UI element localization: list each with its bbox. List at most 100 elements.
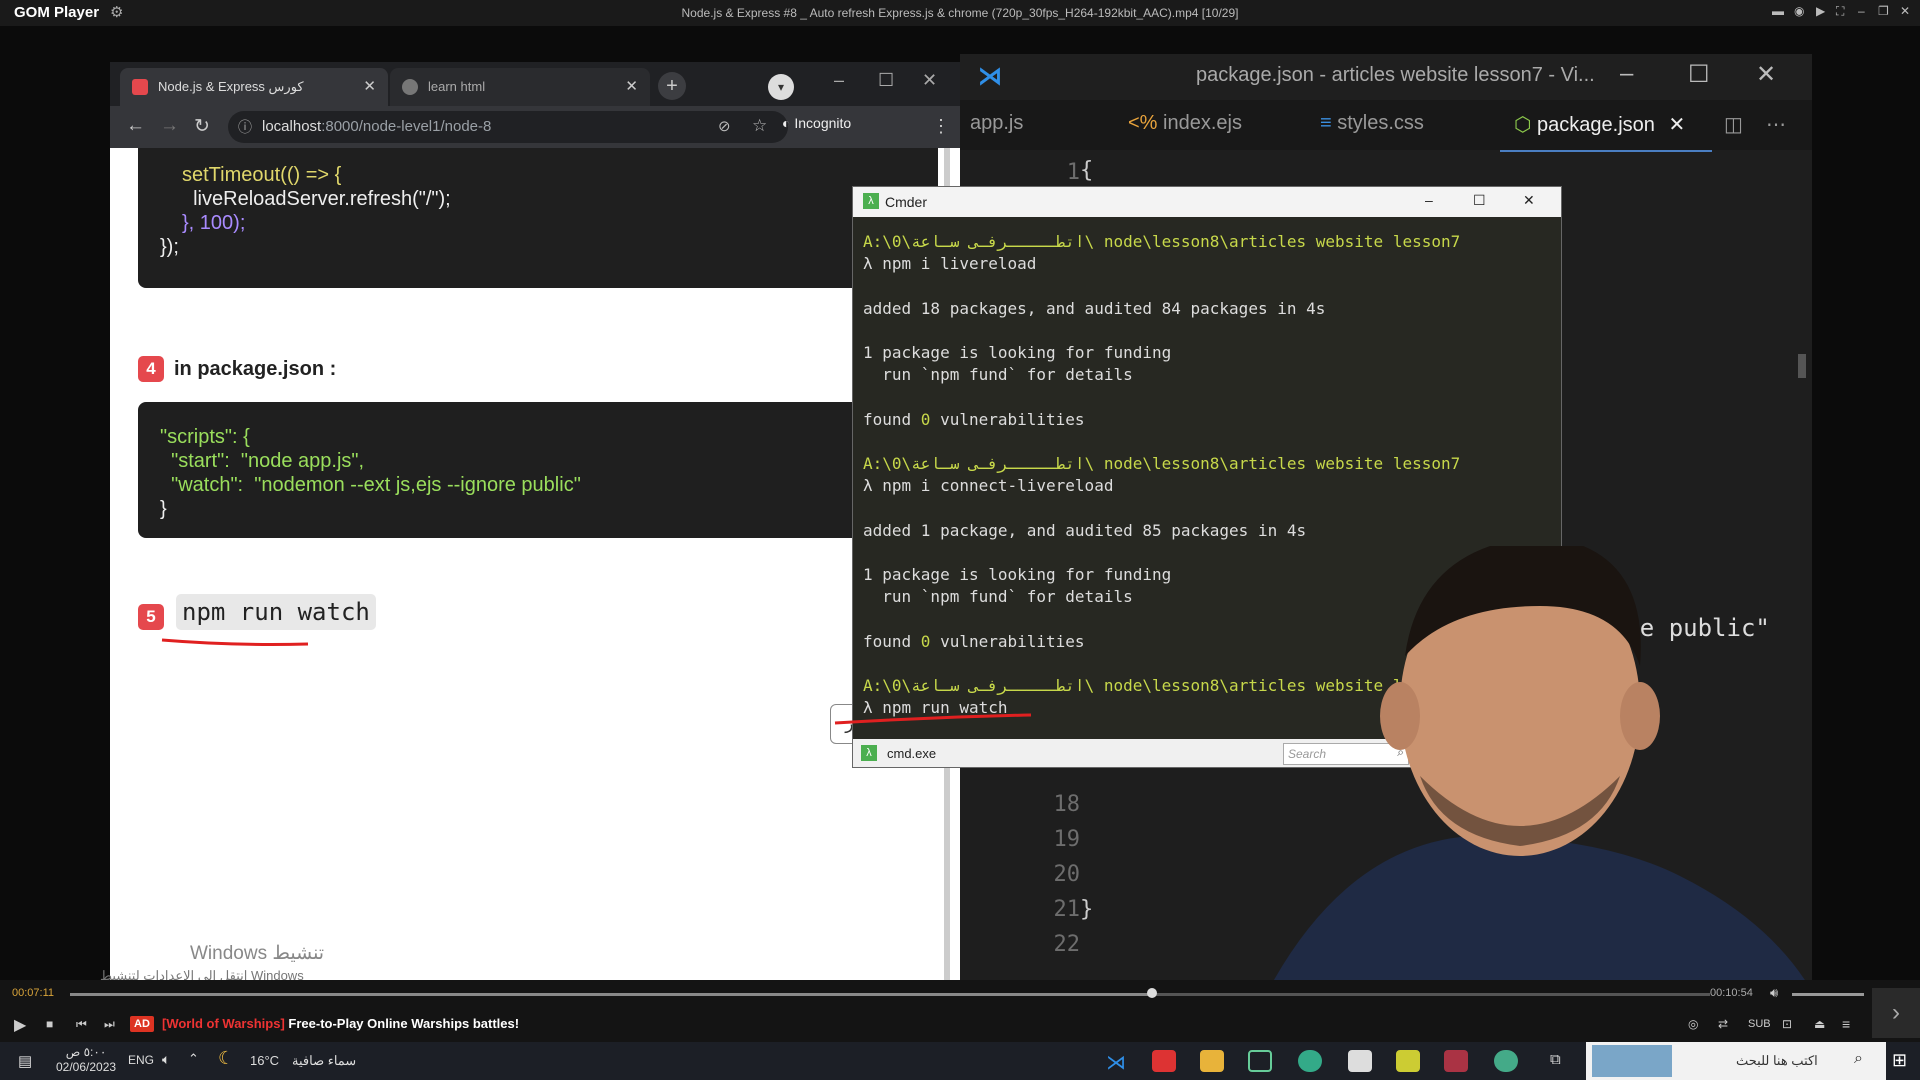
lesson-page: setTimeout(() => { liveReloadServer.refr… [110, 148, 950, 980]
seek-area: 00:07:11 00:10:54 🔊︎ [0, 980, 1920, 1008]
vscode-taskbar-icon[interactable]: ⋊ [1104, 1050, 1128, 1074]
language-indicator[interactable]: ENG [128, 1053, 154, 1067]
screenshot-icon[interactable]: ⊡ [1782, 1017, 1792, 1031]
chrome-window: Node.js & Express كورس ✕ learn html ✕ + … [110, 62, 960, 980]
incognito-indicator[interactable]: ◐ Incognito [782, 115, 851, 131]
vscode-editor-tabs: app.js <% index.ejs ≡ styles.css ⬡ packa… [960, 100, 1812, 150]
notification-icon[interactable]: ▤ [18, 1052, 32, 1070]
cmder-title: Cmder [885, 194, 928, 210]
app-taskbar-icon[interactable] [1396, 1050, 1420, 1072]
fullscreen-icon[interactable]: ⛶ [1836, 4, 1844, 19]
volume-slider[interactable] [1792, 993, 1864, 996]
window-close-button[interactable]: ✕ [1523, 192, 1535, 209]
globe-icon [402, 79, 418, 95]
360-icon[interactable]: ◎ [1688, 1017, 1698, 1031]
player-title-bar: Node.js & Express #8 _ Auto refresh Expr… [0, 0, 1920, 26]
more-actions-icon[interactable]: ⋯ [1766, 112, 1786, 137]
player-control-bar: ▶ ■ ⏮ ⏭ AD [World of Warships] Free-to-P… [0, 1008, 1920, 1042]
window-close-button[interactable]: ✕ [1900, 4, 1910, 18]
info-icon[interactable]: ⓘ [238, 117, 252, 137]
step-heading: in package.json : [174, 358, 337, 380]
window-minimize-button[interactable]: – [834, 70, 844, 91]
tab-search-button[interactable]: ▾ [768, 74, 794, 100]
play-small-icon[interactable]: ▶ [1816, 4, 1825, 18]
audio-icon[interactable]: ◉ [1794, 4, 1804, 18]
tab-node-course[interactable]: Node.js & Express كورس ✕ [120, 68, 388, 106]
window-close-button[interactable]: ✕ [922, 70, 937, 91]
window-minimize-button[interactable]: – [1620, 60, 1633, 88]
new-tab-button[interactable]: + [658, 72, 686, 100]
window-minimize-button[interactable]: – [1425, 192, 1433, 208]
annotation-underline [834, 713, 1032, 725]
back-icon[interactable]: ← [126, 115, 145, 137]
search-box[interactable]: اكتب هنا للبحث ⌕ [1586, 1042, 1886, 1080]
chrome-taskbar-icon[interactable] [1298, 1050, 1322, 1072]
stop-icon[interactable]: ■ [46, 1017, 53, 1031]
forward-icon[interactable]: → [160, 115, 179, 137]
eye-off-icon[interactable]: ⊘ [718, 117, 731, 135]
previous-icon[interactable]: ⏮ [76, 1017, 87, 1032]
file-explorer-icon[interactable] [1200, 1050, 1224, 1072]
subtitle-icon[interactable]: SUB [1748, 1018, 1771, 1030]
address-bar[interactable]: ⓘ localhost:8000/node-level1/node-8 ⊘ ☆ [228, 111, 788, 143]
playlist-next-button[interactable]: › [1872, 988, 1920, 1038]
clapper-icon[interactable] [1348, 1050, 1372, 1072]
next-icon[interactable]: ⏭ [104, 1017, 115, 1032]
step-number-badge: 5 [138, 604, 164, 630]
eject-icon[interactable]: ⏏ [1814, 1017, 1825, 1031]
tab-package-json[interactable]: ⬡ package.json ✕ [1514, 112, 1685, 137]
video-frame[interactable]: Node.js & Express كورس ✕ learn html ✕ + … [0, 26, 1920, 980]
bookmark-star-icon[interactable]: ☆ [752, 116, 767, 136]
app-taskbar-icon[interactable] [1152, 1050, 1176, 1072]
reload-icon[interactable]: ↻ [194, 115, 210, 138]
code-close-brace: } [1080, 897, 1094, 922]
tab-index-ejs[interactable]: <% index.ejs [1128, 112, 1242, 135]
volume-icon[interactable]: 🔊︎ [1770, 985, 1778, 1001]
code-line: } [160, 498, 167, 520]
clock[interactable]: ٥:٠٠ ص 02/06/2023 [56, 1045, 116, 1075]
gear-icon[interactable]: ⚙ [110, 3, 123, 21]
output-line: added 18 packages, and audited 84 packag… [863, 298, 1326, 318]
close-icon[interactable]: ✕ [625, 77, 638, 95]
app-taskbar-icon[interactable] [1444, 1050, 1468, 1072]
editor-scrollbar[interactable] [1798, 354, 1806, 378]
speed-icon[interactable]: ⇄ [1718, 1017, 1728, 1031]
console-tab[interactable]: cmd.exe [887, 746, 936, 761]
line-number: 18 [1053, 792, 1081, 817]
close-icon[interactable]: ✕ [363, 77, 376, 95]
split-editor-icon[interactable]: ◫ [1724, 112, 1743, 137]
output-line: added 1 package, and audited 85 packages… [863, 520, 1307, 540]
window-maximize-button[interactable]: ❐ [1878, 4, 1889, 18]
windows-activation-text: انتقل إلى الإعدادات لتنشيط Windows [100, 968, 304, 980]
tab-app-js[interactable]: app.js [970, 112, 1023, 135]
windows-start-icon[interactable]: ⊞ [1892, 1050, 1907, 1071]
weather-temperature[interactable]: 16°C [250, 1053, 279, 1068]
search-placeholder: اكتب هنا للبحث [1736, 1053, 1818, 1068]
playlist-icon[interactable]: ≡ [1842, 1016, 1850, 1032]
search-highlight-image [1592, 1045, 1672, 1077]
code-line: liveReloadServer.refresh("/"); [182, 188, 451, 210]
play-icon[interactable]: ▶ [14, 1015, 26, 1035]
window-minimize-button[interactable]: – [1858, 4, 1865, 18]
lambda-icon: λ [861, 745, 877, 761]
windows-taskbar: ▤ ٥:٠٠ ص 02/06/2023 ENG 🔈︎ ⌃ ☾ 16°C سماء… [0, 1042, 1920, 1080]
window-maximize-button[interactable]: ☐ [1688, 60, 1710, 89]
seek-handle[interactable] [1147, 988, 1158, 998]
task-view-icon[interactable]: ⧉ [1550, 1051, 1561, 1068]
window-maximize-button[interactable]: ☐ [878, 70, 894, 91]
line-number: 19 [1053, 827, 1081, 852]
app-taskbar-icon[interactable] [1248, 1050, 1272, 1072]
close-icon[interactable]: ✕ [1668, 114, 1685, 136]
tab-learn-html[interactable]: learn html ✕ [390, 68, 650, 106]
speaker-icon[interactable]: 🔈︎ [162, 1051, 170, 1068]
window-close-button[interactable]: ✕ [1756, 60, 1776, 89]
ad-banner[interactable]: [World of Warships] Free-to-Play Online … [162, 1016, 519, 1031]
window-maximize-button[interactable]: ☐ [1473, 192, 1486, 209]
tab-styles-css[interactable]: ≡ styles.css [1320, 112, 1424, 135]
menu-icon[interactable]: ⋮ [932, 116, 950, 137]
chevron-up-icon[interactable]: ⌃ [188, 1051, 199, 1067]
minimize-icon[interactable]: ▬ [1772, 4, 1784, 18]
css-icon: ≡ [1320, 112, 1332, 134]
chrome-taskbar-icon[interactable] [1494, 1050, 1518, 1072]
weather-text[interactable]: سماء صافية [292, 1053, 356, 1069]
